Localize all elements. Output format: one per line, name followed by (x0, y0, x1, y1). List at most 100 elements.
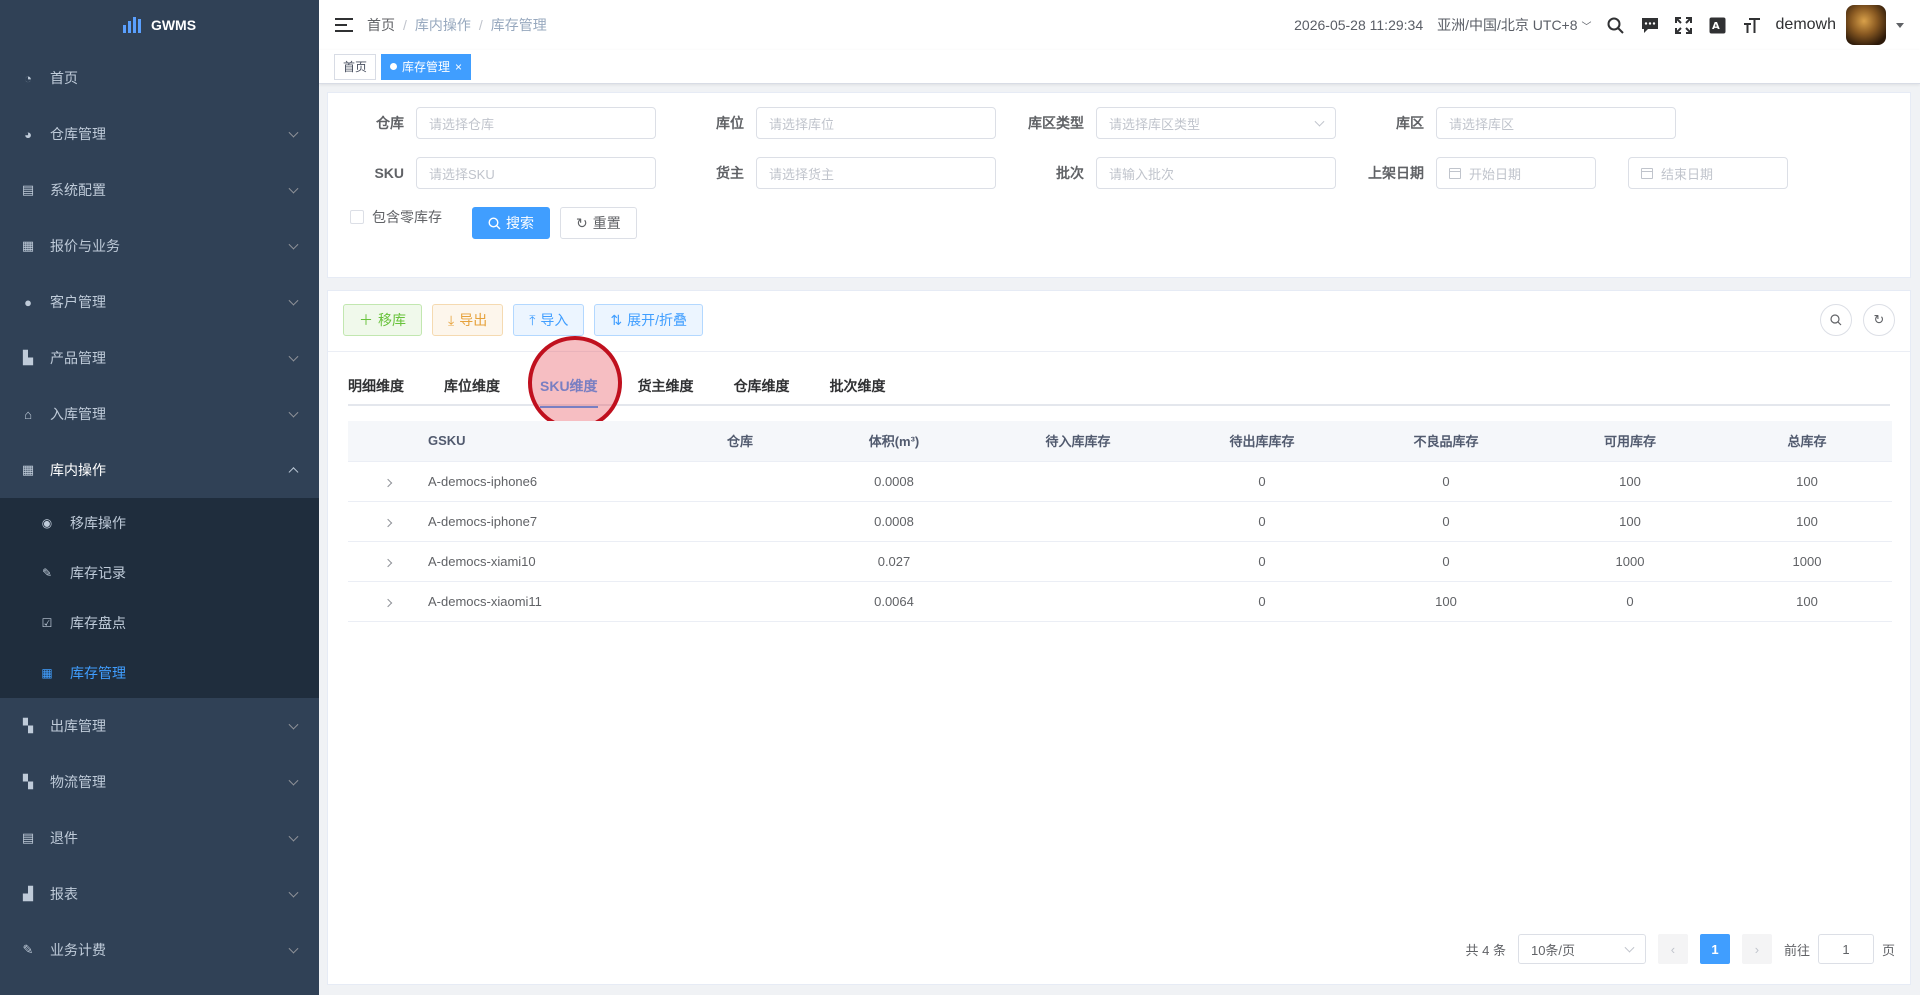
sidebar-item-returns[interactable]: ▤ 退件 (0, 810, 319, 866)
sidebar-subitem-move[interactable]: ◉ 移库操作 (0, 498, 319, 548)
tab-owner[interactable]: 货主维度 (638, 366, 714, 406)
zone-label: 库区 (1396, 115, 1424, 131)
dimension-tabs: 明细维度 库位维度 SKU维度 货主维度 仓库维度 批次维度 (348, 366, 1890, 408)
sidebar-subitem-inventory-management[interactable]: ▦ 库存管理 (0, 648, 319, 698)
chevron-right-icon[interactable] (383, 598, 393, 607)
import-button[interactable]: ⤒ 导入 (513, 304, 585, 336)
sidebar-item-customers[interactable]: ● 客户管理 (0, 274, 319, 330)
sidebar-subitem-label: 库存记录 (70, 565, 126, 581)
sidebar-subitem-stocktake[interactable]: ☑ 库存盘点 (0, 598, 319, 648)
chevron-right-icon[interactable] (383, 558, 393, 567)
user-menu[interactable]: demowh (1776, 5, 1904, 45)
table-row[interactable]: A-democs-xiaomi11 0.0064 0 100 0 100 (348, 581, 1892, 622)
tags-view: 首页 库存管理 × (319, 50, 1920, 84)
sidebar-item-billing[interactable]: ✎ 业务计费 (0, 922, 319, 978)
column-header[interactable]: 待入库库存 (986, 421, 1170, 462)
inventory-table-panel: ＋ 移库 ⤓ 导出 ⤒ 导入 ⇅ 展开/折叠 ↻ 明细维度 库位维度 SKU维度… (327, 290, 1911, 985)
tag-home[interactable]: 首页 (334, 53, 377, 80)
column-header[interactable]: GSKU (428, 421, 678, 462)
next-page-button[interactable]: › (1741, 934, 1772, 964)
chevron-right-icon[interactable] (383, 518, 393, 527)
form-item-zone: 库区 请选择库区 (1356, 107, 1676, 139)
goto-page-input[interactable]: 1 (1817, 934, 1874, 964)
refresh-button[interactable]: ↻ (1863, 304, 1895, 336)
sidebar-item-reports[interactable]: ▟ 报表 (0, 866, 319, 922)
sidebar-item-label: 系统配置 (50, 182, 106, 198)
table-row[interactable]: A-democs-xiami10 0.027 0 0 1000 1000 (348, 541, 1892, 582)
expand-cell[interactable] (348, 501, 428, 542)
pagination: 共 4 条 10条/页 ‹ 1 › 前往 1 页 (1466, 934, 1895, 964)
table-row[interactable]: A-democs-iphone6 0.0008 0 0 100 100 (348, 461, 1892, 502)
avatar[interactable] (1846, 5, 1886, 45)
globe-icon: ◕ (24, 126, 32, 142)
breadcrumb-separator: / (478, 17, 483, 33)
font-size-icon[interactable] (1742, 15, 1762, 35)
app-logo[interactable]: GWMS (0, 0, 319, 50)
move-stock-button[interactable]: ＋ 移库 (343, 304, 422, 336)
tab-warehouse[interactable]: 仓库维度 (734, 366, 810, 406)
sidebar-item-label: 业务计费 (50, 942, 106, 958)
sidebar-item-warehouse[interactable]: ◕ 仓库管理 (0, 106, 319, 162)
column-header[interactable]: 待出库库存 (1170, 421, 1354, 462)
warehouse-select[interactable]: 请选择仓库 (416, 107, 656, 139)
page-size-select[interactable]: 10条/页 (1517, 934, 1646, 964)
tab-batch[interactable]: 批次维度 (830, 366, 906, 406)
sidebar-item-home[interactable]: ◔ 首页 (0, 50, 319, 106)
sidebar-item-label: 入库管理 (50, 406, 106, 422)
available-cell: 100 (1538, 461, 1722, 502)
include-zero-checkbox[interactable]: 包含零库存 (350, 207, 442, 227)
search-button[interactable]: 搜索 (472, 207, 550, 239)
tab-location[interactable]: 库位维度 (444, 366, 520, 406)
message-icon[interactable] (1640, 15, 1660, 35)
table-row[interactable]: A-democs-iphone7 0.0008 0 0 100 100 (348, 501, 1892, 542)
close-icon[interactable]: × (455, 60, 462, 74)
sidebar-item-inventory-ops[interactable]: ▦ 库内操作 (0, 442, 319, 498)
sidebar-item-quote-business[interactable]: ▦ 报价与业务 (0, 218, 319, 274)
zone-type-select[interactable]: 请选择库区类型 (1096, 107, 1336, 139)
sidebar-item-outbound[interactable]: ▚ 出库管理 (0, 698, 319, 754)
batch-input[interactable]: 请输入批次 (1096, 157, 1336, 189)
expand-cell[interactable] (348, 541, 428, 582)
start-date-picker[interactable]: 开始日期 (1436, 157, 1596, 189)
checkbox-box[interactable] (350, 210, 364, 224)
volume-cell: 0.027 (802, 541, 986, 582)
location-select[interactable]: 请选择库位 (756, 107, 996, 139)
hamburger-icon[interactable] (335, 18, 353, 32)
search-icon[interactable] (1606, 15, 1626, 35)
logo-icon (122, 17, 141, 33)
reset-button[interactable]: ↻ 重置 (560, 207, 637, 239)
expand-cell[interactable] (348, 581, 428, 622)
tab-detail[interactable]: 明细维度 (348, 366, 424, 406)
column-header[interactable]: 体积(m³) (802, 421, 986, 462)
end-date-picker[interactable]: 结束日期 (1628, 157, 1788, 189)
chevron-down-icon: ﹀ (1581, 21, 1592, 33)
toggle-search-button[interactable] (1820, 304, 1852, 336)
chevron-right-icon[interactable] (383, 478, 393, 487)
breadcrumb-home[interactable]: 首页 (367, 15, 395, 35)
sidebar-item-inbound[interactable]: ⌂ 入库管理 (0, 386, 319, 442)
prev-page-button[interactable]: ‹ (1657, 934, 1688, 964)
page-number[interactable]: 1 (1699, 934, 1730, 964)
sidebar-subitem-stock-records[interactable]: ✎ 库存记录 (0, 548, 319, 598)
sidebar-item-system-config[interactable]: ▤ 系统配置 (0, 162, 319, 218)
sidebar-item-label: 报价与业务 (50, 238, 120, 254)
timezone-select[interactable]: 亚洲/中国/北京 UTC+8 ﹀ (1437, 15, 1591, 35)
column-header[interactable]: 可用库存 (1538, 421, 1722, 462)
tab-sku[interactable]: SKU维度 (540, 366, 618, 408)
column-header[interactable]: 仓库 (678, 421, 802, 462)
sidebar-item-products[interactable]: ▙ 产品管理 (0, 330, 319, 386)
zone-select[interactable]: 请选择库区 (1436, 107, 1676, 139)
column-header[interactable]: 总库存 (1722, 421, 1892, 462)
chevron-down-icon (1314, 116, 1325, 127)
document-icon: ▤ (21, 830, 35, 845)
expand-collapse-button[interactable]: ⇅ 展开/折叠 (594, 304, 704, 336)
tag-inventory-management[interactable]: 库存管理 × (381, 53, 472, 80)
translate-icon[interactable]: A (1708, 15, 1728, 35)
sku-select[interactable]: 请选择SKU (416, 157, 656, 189)
expand-cell[interactable] (348, 461, 428, 502)
owner-select[interactable]: 请选择货主 (756, 157, 996, 189)
column-header[interactable]: 不良品库存 (1354, 421, 1538, 462)
fullscreen-icon[interactable] (1674, 15, 1694, 35)
export-button[interactable]: ⤓ 导出 (432, 304, 504, 336)
sidebar-item-logistics[interactable]: ▚ 物流管理 (0, 754, 319, 810)
